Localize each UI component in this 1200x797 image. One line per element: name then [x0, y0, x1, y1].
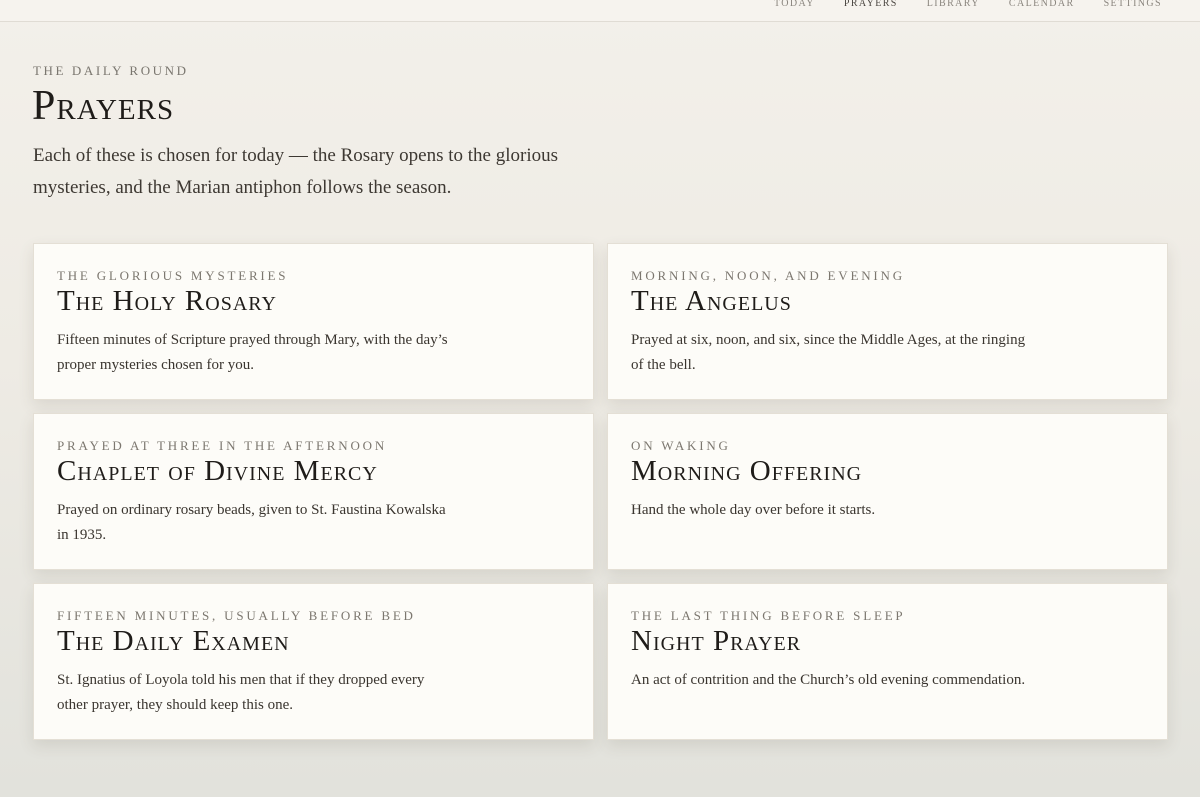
- card-description: Prayed at six, noon, and six, since the …: [631, 332, 1026, 373]
- card-holy-rosary[interactable]: The Glorious Mysteries The Holy Rosary F…: [33, 243, 594, 400]
- page-eyebrow: The Daily Round: [33, 63, 189, 78]
- card-description: Prayed on ordinary rosary beads, given t…: [57, 502, 446, 543]
- card-daily-examen[interactable]: Fifteen Minutes, Usually Before Bed The …: [33, 583, 594, 740]
- card-eyebrow: The Last Thing Before Sleep: [631, 608, 906, 623]
- card-eyebrow: Prayed at Three in the Afternoon: [57, 438, 388, 453]
- page-title: Prayers: [32, 83, 175, 129]
- card-angelus[interactable]: Morning, Noon, and Evening The Angelus P…: [607, 243, 1168, 400]
- card-description: Fifteen minutes of Scripture prayed thro…: [57, 332, 448, 373]
- card-eyebrow: Morning, Noon, and Evening: [631, 268, 905, 283]
- main-nav: Today Prayers Library Calendar Settings: [745, 0, 1162, 10]
- card-title: Night Prayer: [631, 625, 802, 657]
- card-description: Hand the whole day over before it starts…: [631, 502, 876, 518]
- prayer-card-grid: The Glorious Mysteries The Holy Rosary F…: [33, 243, 1168, 740]
- card-title: The Angelus: [631, 285, 792, 317]
- card-description: An act of contrition and the Church’s ol…: [631, 672, 1026, 688]
- card-night-prayer[interactable]: The Last Thing Before Sleep Night Prayer…: [607, 583, 1168, 740]
- nav-today[interactable]: Today: [774, 0, 815, 10]
- page-intro: Each of these is chosen for today — the …: [33, 145, 559, 198]
- card-eyebrow: Fifteen Minutes, Usually Before Bed: [57, 608, 416, 623]
- nav-library[interactable]: Library: [927, 0, 980, 10]
- card-morning-offering[interactable]: On Waking Morning Offering Hand the whol…: [607, 413, 1168, 570]
- card-title: Morning Offering: [631, 455, 863, 487]
- card-description: St. Ignatius of Loyola told his men that…: [57, 672, 425, 713]
- card-divine-mercy[interactable]: Prayed at Three in the Afternoon Chaplet…: [33, 413, 594, 570]
- card-eyebrow: On Waking: [631, 438, 731, 453]
- card-title: The Holy Rosary: [57, 285, 277, 317]
- nav-prayers[interactable]: Prayers: [844, 0, 898, 10]
- card-title: Chaplet of Divine Mercy: [57, 455, 378, 487]
- card-eyebrow: The Glorious Mysteries: [57, 268, 289, 283]
- nav-settings[interactable]: Settings: [1104, 0, 1162, 10]
- top-bar: Today Prayers Library Calendar Settings: [0, 0, 1200, 22]
- card-title: The Daily Examen: [57, 625, 290, 657]
- nav-calendar[interactable]: Calendar: [1009, 0, 1075, 10]
